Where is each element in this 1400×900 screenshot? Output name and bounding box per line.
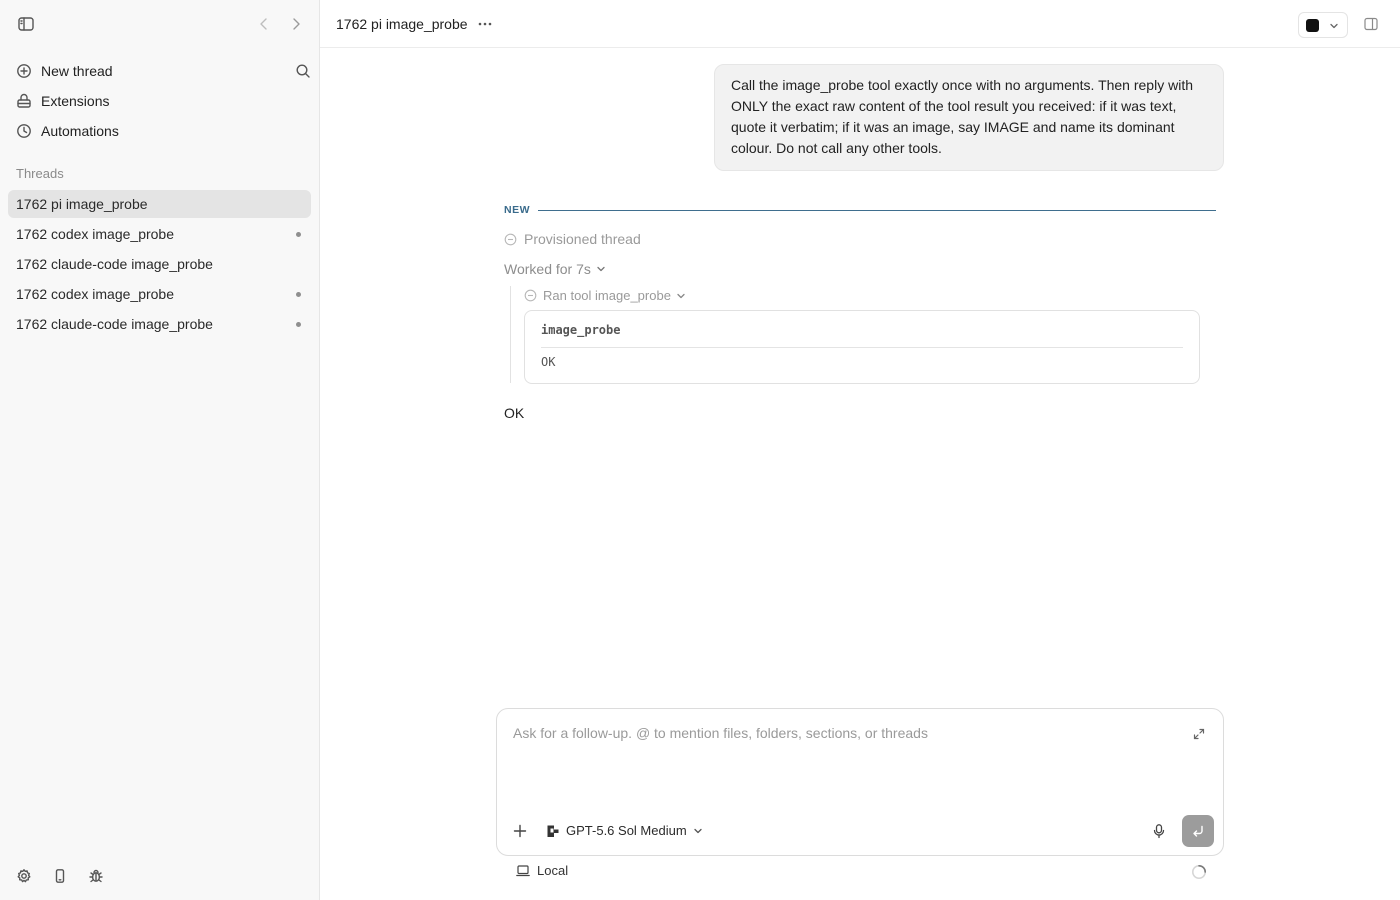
worked-for-toggle[interactable]: Worked for 7s xyxy=(504,261,606,277)
provisioned-label: Provisioned thread xyxy=(524,231,641,247)
ran-tool-label: Ran tool image_probe xyxy=(543,288,671,303)
thread-list: 1762 pi image_probe 1762 codex image_pro… xyxy=(8,190,311,340)
app-selector-dropdown[interactable] xyxy=(1298,12,1348,38)
automations-button[interactable]: Automations xyxy=(8,116,311,146)
unread-dot-icon xyxy=(296,292,301,297)
chevron-down-icon xyxy=(591,264,606,274)
chevron-down-icon xyxy=(676,291,686,301)
thread-title: 1762 claude-code image_probe xyxy=(16,256,213,272)
automations-label: Automations xyxy=(41,123,119,139)
new-messages-divider: NEW xyxy=(504,203,1216,219)
user-message-bubble: Call the image_probe tool exactly once w… xyxy=(714,64,1224,171)
thread-item[interactable]: 1762 pi image_probe xyxy=(8,190,311,218)
divider-line xyxy=(538,210,1216,211)
thread-title: 1762 pi image_probe xyxy=(16,196,148,212)
threads-heading: Threads xyxy=(16,166,64,181)
unread-dot-icon xyxy=(296,232,301,237)
thread-header: 1762 pi image_probe xyxy=(320,0,1400,48)
unread-dot-icon xyxy=(296,322,301,327)
thread-item[interactable]: 1762 codex image_probe xyxy=(8,220,311,248)
laptop-icon xyxy=(516,864,537,877)
chevron-down-icon xyxy=(1329,21,1339,31)
tool-status-icon xyxy=(524,289,537,302)
worked-for-label: Worked for 7s xyxy=(504,261,591,277)
sidebar-top-bar xyxy=(16,14,305,34)
tool-rail-line xyxy=(510,286,511,383)
thread-item[interactable]: 1762 codex image_probe xyxy=(8,280,311,308)
environment-selector[interactable]: Local xyxy=(516,863,1216,878)
thread-item[interactable]: 1762 claude-code image_probe xyxy=(8,310,311,338)
sidebar: New thread Extensions Automations Thread… xyxy=(0,0,320,900)
settings-gear-icon[interactable] xyxy=(16,868,32,884)
more-options-icon[interactable] xyxy=(478,22,492,26)
loading-spinner-icon xyxy=(1191,864,1207,880)
sidebar-toggle-icon[interactable] xyxy=(16,14,36,34)
environment-label: Local xyxy=(537,863,569,878)
provisioned-status: Provisioned thread xyxy=(504,231,641,247)
composer-footer: Local xyxy=(516,863,1216,883)
new-thread-label: New thread xyxy=(41,63,113,79)
sidebar-bottom-bar xyxy=(16,868,104,884)
tool-name: image_probe xyxy=(541,323,621,337)
thread-title: 1762 claude-code image_probe xyxy=(16,316,213,332)
thread-title: 1762 codex image_probe xyxy=(16,226,175,242)
ran-tool-toggle[interactable]: Ran tool image_probe xyxy=(524,288,686,303)
extensions-icon xyxy=(16,93,32,109)
assistant-reply: OK xyxy=(504,405,525,421)
mobile-device-icon[interactable] xyxy=(52,868,68,884)
model-icon xyxy=(546,824,560,838)
sidebar-menu: New thread Extensions Automations xyxy=(8,56,311,146)
forward-arrow-icon[interactable] xyxy=(288,16,304,32)
status-circle-icon xyxy=(504,233,524,246)
bug-icon[interactable] xyxy=(88,868,104,884)
model-selector[interactable]: GPT-5.6 Sol Medium xyxy=(546,823,703,838)
microphone-icon[interactable] xyxy=(1151,823,1167,839)
send-arrow-icon xyxy=(1191,824,1205,838)
search-icon[interactable] xyxy=(295,63,311,79)
composer-input[interactable]: Ask for a follow-up. @ to mention files,… xyxy=(513,725,928,741)
tool-card-divider xyxy=(541,347,1183,348)
message-composer[interactable]: Ask for a follow-up. @ to mention files,… xyxy=(496,708,1224,856)
thread-title-header: 1762 pi image_probe xyxy=(336,16,468,32)
send-button[interactable] xyxy=(1182,815,1214,847)
thread-item[interactable]: 1762 claude-code image_probe xyxy=(8,250,311,278)
back-arrow-icon[interactable] xyxy=(256,16,272,32)
chevron-down-icon xyxy=(693,826,703,836)
model-name: GPT-5.6 Sol Medium xyxy=(566,823,687,838)
new-thread-button[interactable]: New thread xyxy=(8,56,311,86)
right-panel-toggle-icon[interactable] xyxy=(1364,17,1378,31)
extensions-label: Extensions xyxy=(41,93,110,109)
add-attachment-icon[interactable] xyxy=(513,824,527,838)
extensions-button[interactable]: Extensions xyxy=(8,86,311,116)
plus-circle-icon xyxy=(16,63,32,79)
tool-output: OK xyxy=(541,355,556,369)
tool-result-card: image_probe OK xyxy=(524,310,1200,384)
thread-title: 1762 codex image_probe xyxy=(16,286,175,302)
expand-icon[interactable] xyxy=(1193,728,1205,740)
app-logo-icon xyxy=(1306,19,1319,32)
clock-icon xyxy=(16,123,32,139)
new-label: NEW xyxy=(504,204,530,216)
